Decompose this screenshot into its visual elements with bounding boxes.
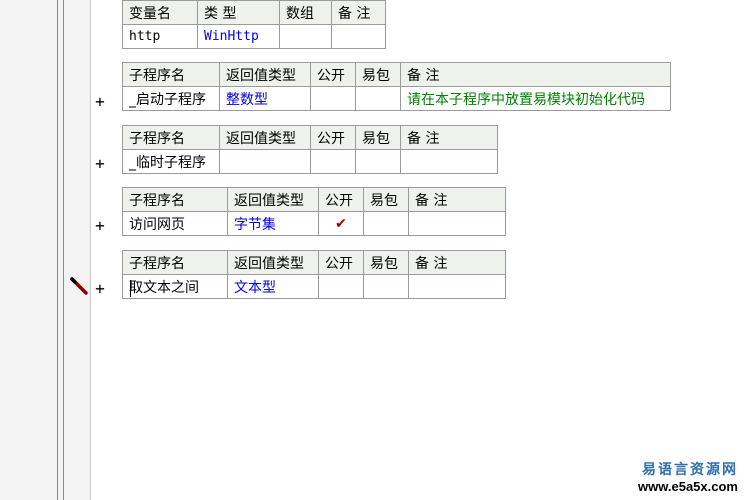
pkg-cell[interactable] [355,86,401,111]
table-row[interactable]: _临时子程序 [122,149,498,174]
table-header-row: 子程序名 返回值类型 公开 易包 备 注 [122,250,506,275]
header-cell: 返回值类型 [219,62,311,87]
public-cell[interactable] [310,86,356,111]
sub-name-cell[interactable]: _启动子程序 [122,86,220,111]
header-cell: 子程序名 [122,125,220,150]
return-type-cell[interactable]: 字节集 [227,211,319,236]
return-type-cell[interactable] [219,149,311,174]
header-cell: 返回值类型 [227,250,319,275]
note-cell[interactable] [400,149,498,174]
header-cell: 返回值类型 [219,125,311,150]
watermark-cn: 易语言资源网 [642,462,738,478]
table-row[interactable]: 访问网页 字节集 ✔ [122,211,506,236]
expand-plus-icon[interactable]: + [93,216,107,235]
pencil-icon [70,277,88,295]
header-cell: 公开 [310,125,356,150]
header-cell: 类 型 [197,0,280,25]
header-cell: 子程序名 [122,187,228,212]
subroutine-table: 子程序名 返回值类型 公开 易包 备 注 _临时子程序 [122,125,498,174]
var-note-cell[interactable] [331,24,386,49]
header-cell: 备 注 [331,0,386,25]
public-cell[interactable] [310,149,356,174]
table-header-row: 子程序名 返回值类型 公开 易包 备 注 [122,62,671,87]
header-cell: 公开 [310,62,356,87]
header-cell: 变量名 [122,0,198,25]
table-header-row: 子程序名 返回值类型 公开 易包 备 注 [122,187,506,212]
var-type-cell[interactable]: WinHttp [197,24,280,49]
subroutine-table: 子程序名 返回值类型 公开 易包 备 注 访问网页 字节集 ✔ [122,187,506,236]
sub-name-cell[interactable]: _临时子程序 [122,149,220,174]
table-row[interactable]: http WinHttp [122,24,386,49]
header-cell: 易包 [363,250,409,275]
gutter-divider [63,0,64,500]
header-cell: 易包 [363,187,409,212]
pkg-cell[interactable] [363,211,409,236]
subroutine-table: 子程序名 返回值类型 公开 易包 备 注 _启动子程序 整数型 请在本子程序中放… [122,62,671,111]
table-header-row: 变量名 类 型 数组 备 注 [122,0,386,25]
header-cell: 备 注 [400,125,498,150]
header-cell: 备 注 [400,62,671,87]
return-type-cell[interactable]: 文本型 [227,274,319,299]
header-cell: 易包 [355,62,401,87]
text-cursor [130,280,131,297]
header-cell: 备 注 [408,187,506,212]
pkg-cell[interactable] [363,274,409,299]
note-cell[interactable] [408,274,506,299]
expand-plus-icon[interactable]: + [93,154,107,173]
header-cell: 子程序名 [122,62,220,87]
note-cell[interactable]: 请在本子程序中放置易模块初始化代码 [400,86,671,111]
return-type-cell[interactable]: 整数型 [219,86,311,111]
table-row[interactable]: _启动子程序 整数型 请在本子程序中放置易模块初始化代码 [122,86,671,111]
table-row[interactable]: 取文本之间 文本型 [122,274,506,299]
header-cell: 返回值类型 [227,187,319,212]
header-cell: 子程序名 [122,250,228,275]
var-name-cell[interactable]: http [122,24,198,49]
header-cell: 数组 [279,0,332,25]
variable-table: 变量名 类 型 数组 备 注 http WinHttp [122,0,386,49]
expand-plus-icon[interactable]: + [93,92,107,111]
editor-gutter [0,0,91,500]
subroutine-table: 子程序名 返回值类型 公开 易包 备 注 取文本之间 文本型 [122,250,506,299]
header-cell: 公开 [318,187,364,212]
sub-name-cell[interactable]: 取文本之间 [122,274,228,299]
checkmark-icon[interactable]: ✔ [318,211,364,236]
watermark: 易语言资源网 www.e5a5x.com [638,459,738,494]
gutter-divider [57,0,58,500]
pkg-cell[interactable] [355,149,401,174]
header-cell: 备 注 [408,250,506,275]
gutter-divider [90,0,91,500]
header-cell: 公开 [318,250,364,275]
watermark-url: www.e5a5x.com [638,479,738,494]
public-cell[interactable] [318,274,364,299]
note-cell[interactable] [408,211,506,236]
header-cell: 易包 [355,125,401,150]
sub-name-cell[interactable]: 访问网页 [122,211,228,236]
var-array-cell[interactable] [279,24,332,49]
expand-plus-icon[interactable]: + [93,279,107,298]
table-header-row: 子程序名 返回值类型 公开 易包 备 注 [122,125,498,150]
